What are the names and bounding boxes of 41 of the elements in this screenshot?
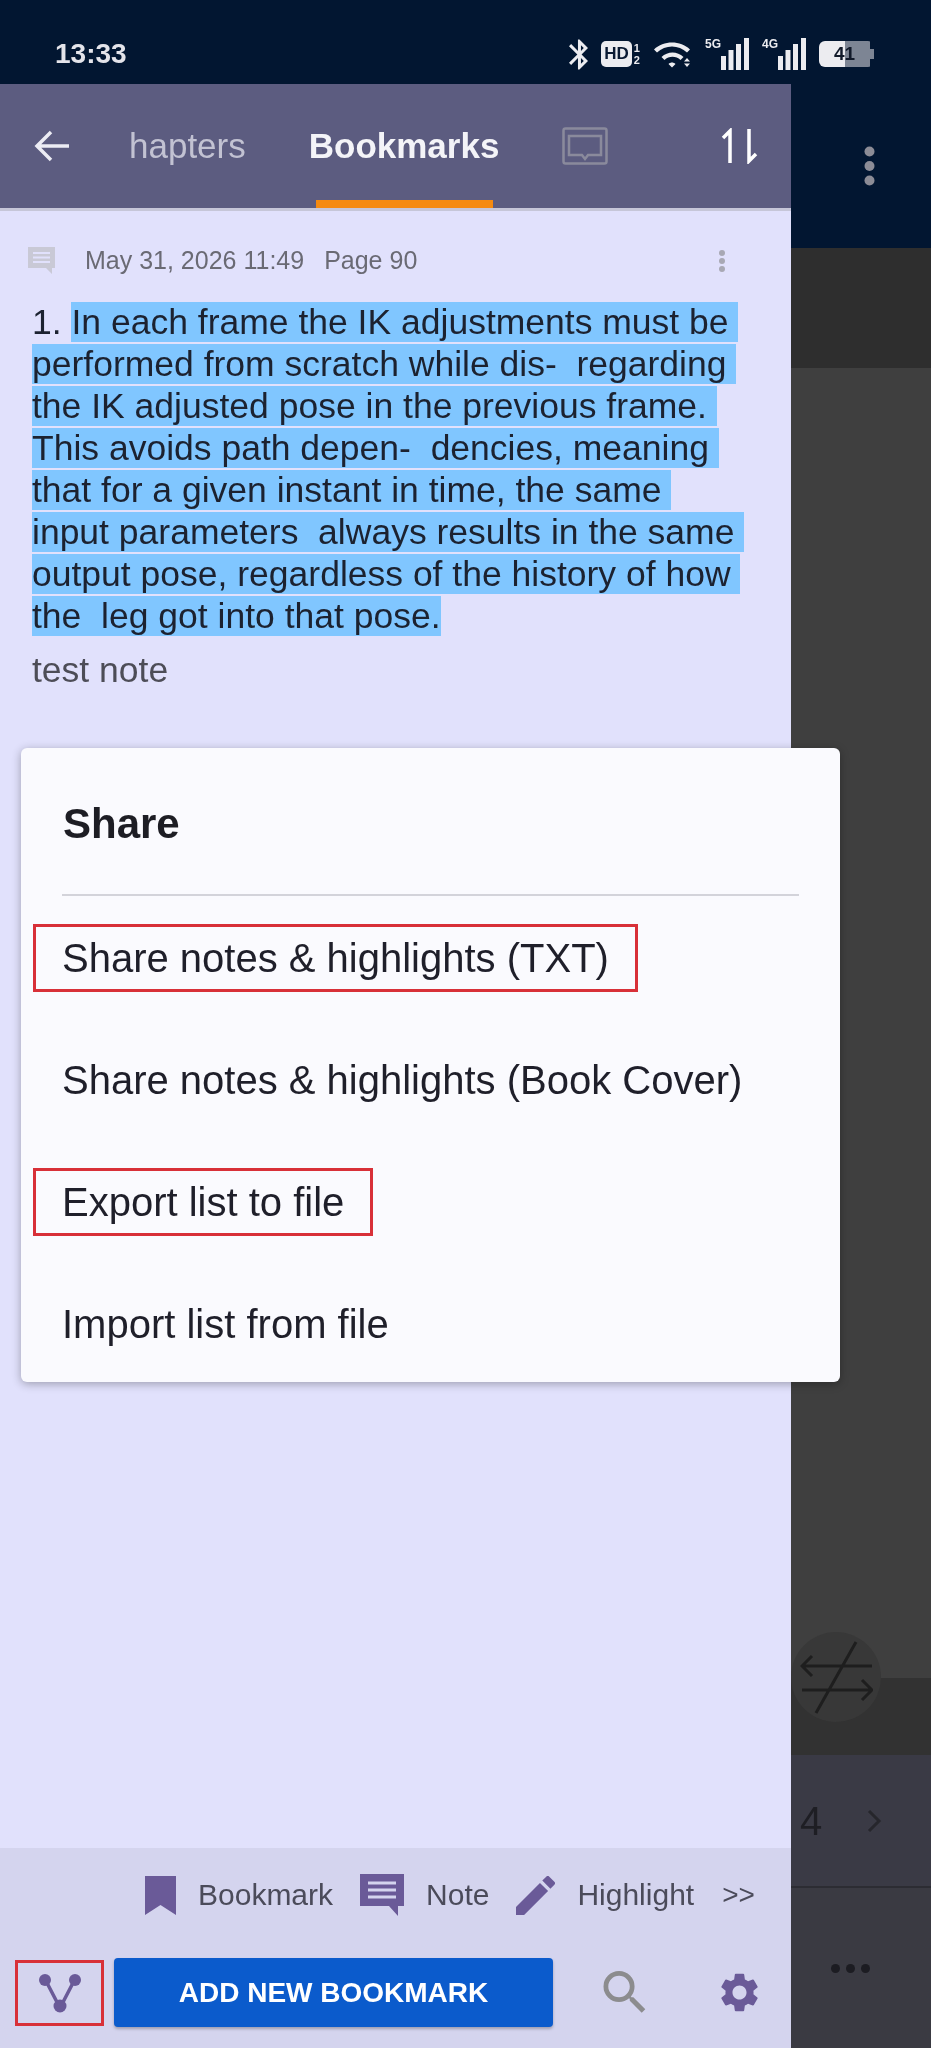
network-label: 5G [704,38,721,51]
add-action-button[interactable]: Note [360,1874,490,1916]
bookmark-note: test note [32,649,169,691]
add-action-button[interactable]: Bookmark [145,1875,334,1915]
more-horizontal-icon[interactable] [831,1963,870,1973]
battery-indicator: 41 [819,41,874,67]
sim-slot-label: 1 [633,42,640,54]
back-arrow-icon[interactable] [33,129,70,163]
comment-icon [28,247,55,274]
add-bookmark-button[interactable]: ADD NEW BOOKMARK [114,1958,553,2027]
branch-icon [37,1972,82,2013]
signal-icon [721,38,749,70]
hd-badge: HD [601,41,632,67]
bookmark-quote: 1. In each frame the IK adjustments must be performed from scratch while dis- regarding the IK adjusted pose in the previous frame. This avoids path depen- dencies, meaning that for a given instant in time, the same input parameters always results in the same output pose, regardless of the history of how the leg got into that pose. [32,301,743,637]
bluetooth-icon [569,38,589,70]
more-options-icon[interactable] [864,146,875,186]
share-menu-item[interactable]: Import list from file [33,1290,418,1358]
comment-box-icon [562,127,609,165]
add-action-button[interactable]: Highlight [516,1875,695,1915]
network-label: 4G [762,38,778,51]
share-menu-item[interactable]: Share notes & highlights (Book Cover) [33,1046,772,1114]
share-menu-item[interactable]: Share notes & highlights (TXT) [33,924,638,992]
branch-button[interactable] [15,1959,104,2026]
bookmark-icon [145,1875,176,1915]
more-actions-button[interactable]: >> [722,1879,755,1911]
dialog-title: Share [63,800,180,848]
note-icon [360,1874,405,1916]
settings-icon[interactable] [720,1973,759,2012]
sim-slot-label: 2 [633,54,640,66]
pencil-icon [516,1875,556,1915]
status-time: 13:33 [55,37,127,71]
share-menu-item[interactable]: Export list to file [33,1168,374,1236]
chevron-right-icon[interactable] [867,1808,883,1833]
sort-arrows-icon[interactable] [720,128,759,164]
bookmark-page: Page 90 [324,246,418,275]
signal-icon [778,38,806,70]
search-icon[interactable] [603,1971,647,2014]
bookmark-date: May 31, 2026 11:49 [85,246,305,275]
wifi-icon [652,40,692,68]
crossed-arrows-icon [799,1639,873,1715]
tab[interactable]: hapters [129,84,246,208]
